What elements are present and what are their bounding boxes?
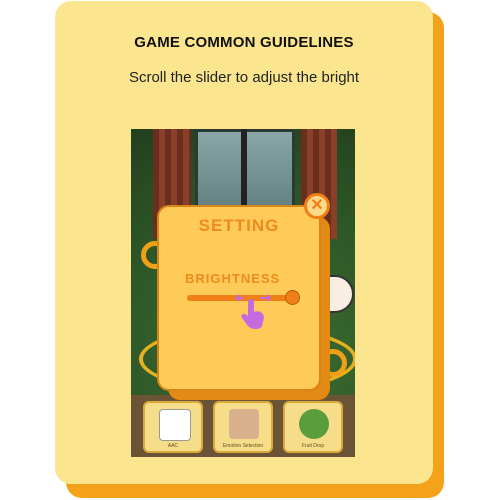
- cards-icon: [159, 409, 191, 441]
- settings-title: SETTING: [198, 216, 280, 235]
- brightness-slider-thumb[interactable]: [285, 290, 300, 305]
- tile-caption: AAC: [167, 443, 179, 449]
- game-tile-fruit[interactable]: Fruit Drop: [283, 401, 343, 453]
- card-subtitle: Scroll the slider to adjust the bright: [128, 69, 360, 86]
- watermelon-icon: [299, 409, 329, 439]
- tile-caption: Fruit Drop: [301, 443, 325, 449]
- card-title: GAME COMMON GUIDELINES: [134, 34, 354, 51]
- brightness-label: BRIGHTNESS: [185, 271, 281, 286]
- close-icon: ✕: [310, 197, 324, 214]
- swipe-hand-icon: [235, 294, 271, 329]
- game-tile-aac[interactable]: AAC: [143, 401, 203, 453]
- game-tile-emotion[interactable]: Emotion Selection: [213, 401, 273, 453]
- emotion-faces-icon: [229, 409, 259, 439]
- close-button[interactable]: ✕: [304, 193, 330, 219]
- tile-caption: Emotion Selection: [222, 443, 264, 449]
